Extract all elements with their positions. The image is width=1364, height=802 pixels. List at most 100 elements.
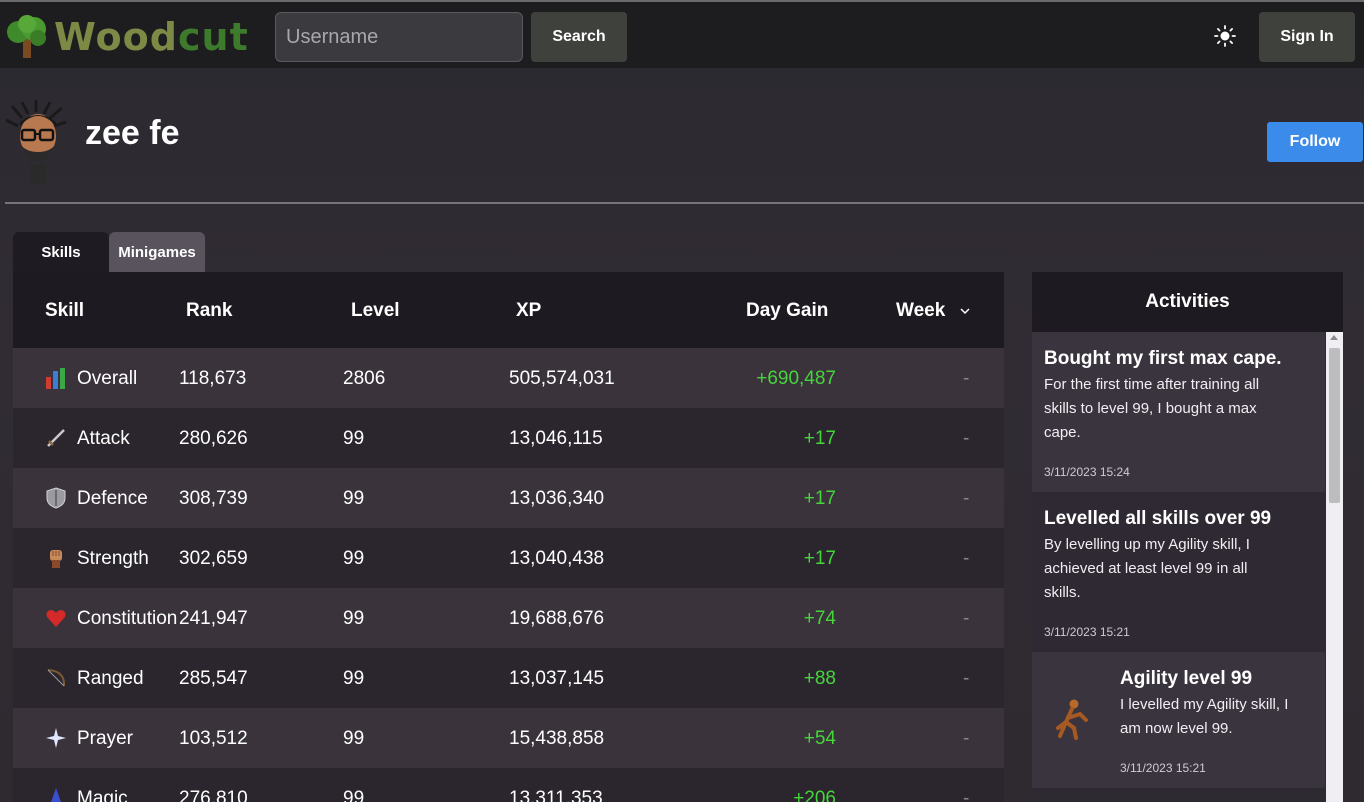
sun-icon[interactable] bbox=[1213, 24, 1237, 48]
tab-minigames[interactable]: Minigames bbox=[109, 232, 205, 272]
activity-description-line: am now level 99. bbox=[1120, 720, 1233, 737]
rank-cell: 285,547 bbox=[179, 668, 248, 689]
activity-description-line: I levelled my Agility skill, I bbox=[1120, 696, 1289, 713]
activity-description: By levelling up my Agility skill, I achi… bbox=[1044, 533, 1250, 605]
table-row[interactable]: Prayer 103,512 99 15,438,858 +54 - bbox=[13, 708, 1004, 768]
xp-cell: 19,688,676 bbox=[509, 608, 605, 629]
scroll-up-arrow-icon[interactable] bbox=[1330, 335, 1338, 340]
sign-in-button[interactable]: Sign In bbox=[1259, 12, 1355, 62]
activity-title: Levelled all skills over 99 bbox=[1044, 508, 1272, 529]
avatar bbox=[5, 100, 67, 184]
bow-icon bbox=[47, 669, 66, 687]
sword-icon bbox=[47, 429, 65, 447]
header-week[interactable]: Week bbox=[896, 300, 945, 322]
table-row[interactable]: Constitution 241,947 99 19,688,676 +74 - bbox=[13, 588, 1004, 648]
profile-name: zee fe bbox=[85, 114, 180, 152]
xp-cell: 15,438,858 bbox=[509, 728, 605, 749]
week-cell: - bbox=[963, 548, 970, 569]
header-xp[interactable]: XP bbox=[516, 300, 541, 322]
level-cell: 2806 bbox=[343, 368, 386, 389]
level-cell: 99 bbox=[343, 488, 365, 509]
table-row[interactable]: Defence 308,739 99 13,036,340 +17 - bbox=[13, 468, 1004, 528]
header-day-gain[interactable]: Day Gain bbox=[746, 300, 828, 322]
day-gain-cell: +17 bbox=[803, 548, 836, 569]
logo-text-cut: cut bbox=[177, 15, 249, 59]
xp-cell: 13,046,115 bbox=[509, 428, 603, 449]
activity-description: For the first time after training all sk… bbox=[1044, 373, 1259, 445]
activity-date: 3/11/2023 15:21 bbox=[1044, 625, 1130, 639]
skill-name: Overall bbox=[77, 368, 138, 389]
header-rank[interactable]: Rank bbox=[186, 300, 232, 322]
activity-date: 3/11/2023 15:21 bbox=[1120, 761, 1206, 775]
scrollbar-thumb[interactable] bbox=[1329, 348, 1340, 503]
search-button[interactable]: Search bbox=[531, 12, 627, 62]
level-cell: 99 bbox=[343, 608, 365, 629]
logo-text: Woodcut bbox=[54, 15, 249, 59]
table-row[interactable]: Magic 276,810 99 13,311,353 +206 - bbox=[13, 768, 1004, 802]
xp-cell: 13,036,340 bbox=[509, 488, 605, 509]
week-cell: - bbox=[963, 368, 970, 389]
wizard-hat-icon bbox=[51, 788, 61, 802]
table-header: Skill Rank Level XP Day Gain Week bbox=[13, 272, 1004, 348]
star-icon bbox=[46, 728, 66, 748]
shield-icon bbox=[46, 487, 66, 509]
rank-cell: 302,659 bbox=[179, 548, 248, 569]
activity-description-line: By levelling up my Agility skill, I bbox=[1044, 536, 1250, 553]
activity-description-line: skills. bbox=[1044, 584, 1081, 601]
top-navbar: Woodcut Search Sign In bbox=[0, 0, 1364, 68]
header-level[interactable]: Level bbox=[351, 300, 400, 322]
skills-table: Skill Rank Level XP Day Gain Week Overal… bbox=[13, 272, 1004, 802]
agility-icon bbox=[1056, 699, 1088, 740]
week-cell: - bbox=[963, 728, 970, 749]
rank-cell: 308,739 bbox=[179, 488, 248, 509]
activity-description-line: For the first time after training all bbox=[1044, 376, 1260, 393]
table-row[interactable]: Strength 302,659 99 13,040,438 +17 - bbox=[13, 528, 1004, 588]
header-skill[interactable]: Skill bbox=[45, 300, 84, 322]
skill-name: Attack bbox=[77, 428, 130, 449]
week-cell: - bbox=[963, 788, 970, 802]
table-row[interactable]: Ranged 285,547 99 13,037,145 +88 - bbox=[13, 648, 1004, 708]
level-cell: 99 bbox=[343, 728, 365, 749]
skill-name: Magic bbox=[77, 788, 128, 802]
rank-cell: 103,512 bbox=[179, 728, 248, 749]
skill-name: Constitution bbox=[77, 608, 178, 629]
rank-cell: 118,673 bbox=[179, 368, 247, 389]
rank-cell: 280,626 bbox=[179, 428, 248, 449]
day-gain-cell: +690,487 bbox=[756, 368, 836, 389]
activity-title: Bought my first max cape. bbox=[1044, 348, 1282, 369]
table-row[interactable]: Attack 280,626 99 13,046,115 +17 - bbox=[13, 408, 1004, 468]
logo-text-wood: Wood bbox=[54, 15, 178, 59]
logo[interactable]: Woodcut bbox=[4, 12, 249, 62]
chevron-down-icon[interactable] bbox=[959, 306, 971, 316]
activity-item[interactable]: Bought my first max cape. For the first … bbox=[1032, 332, 1325, 492]
skill-name: Defence bbox=[77, 488, 148, 509]
xp-cell: 13,311,353 bbox=[509, 788, 603, 802]
follow-button[interactable]: Follow bbox=[1267, 122, 1363, 162]
tab-skills[interactable]: Skills bbox=[13, 232, 109, 272]
week-cell: - bbox=[963, 428, 970, 449]
week-cell: - bbox=[963, 608, 970, 629]
week-cell: - bbox=[963, 488, 970, 509]
xp-cell: 13,037,145 bbox=[509, 668, 605, 689]
activities-title: Activities bbox=[1032, 272, 1343, 332]
activities-panel: Activities Bought my first max cape. For… bbox=[1032, 272, 1343, 802]
activity-description-line: achieved at least level 99 in all bbox=[1044, 560, 1248, 577]
activity-description-line: cape. bbox=[1044, 424, 1081, 441]
level-cell: 99 bbox=[343, 428, 365, 449]
level-cell: 99 bbox=[343, 668, 365, 689]
skill-name: Prayer bbox=[77, 728, 133, 749]
skill-name: Strength bbox=[77, 548, 149, 569]
skill-name: Ranged bbox=[77, 668, 144, 689]
day-gain-cell: +17 bbox=[803, 428, 836, 449]
table-row[interactable]: Overall 118,673 2806 505,574,031 +690,48… bbox=[13, 348, 1004, 408]
activity-description-line: skills to level 99, I bought a max bbox=[1044, 400, 1257, 417]
xp-cell: 13,040,438 bbox=[509, 548, 605, 569]
day-gain-cell: +17 bbox=[803, 488, 836, 509]
week-cell: - bbox=[963, 668, 970, 689]
activities-scrollbar[interactable] bbox=[1326, 332, 1343, 802]
day-gain-cell: +74 bbox=[803, 608, 836, 629]
username-search-input[interactable] bbox=[275, 12, 523, 62]
activity-item[interactable]: Agility level 99 I levelled my Agility s… bbox=[1032, 652, 1325, 788]
overall-icon bbox=[46, 368, 65, 389]
activity-item[interactable]: Levelled all skills over 99 By levelling… bbox=[1032, 492, 1325, 652]
